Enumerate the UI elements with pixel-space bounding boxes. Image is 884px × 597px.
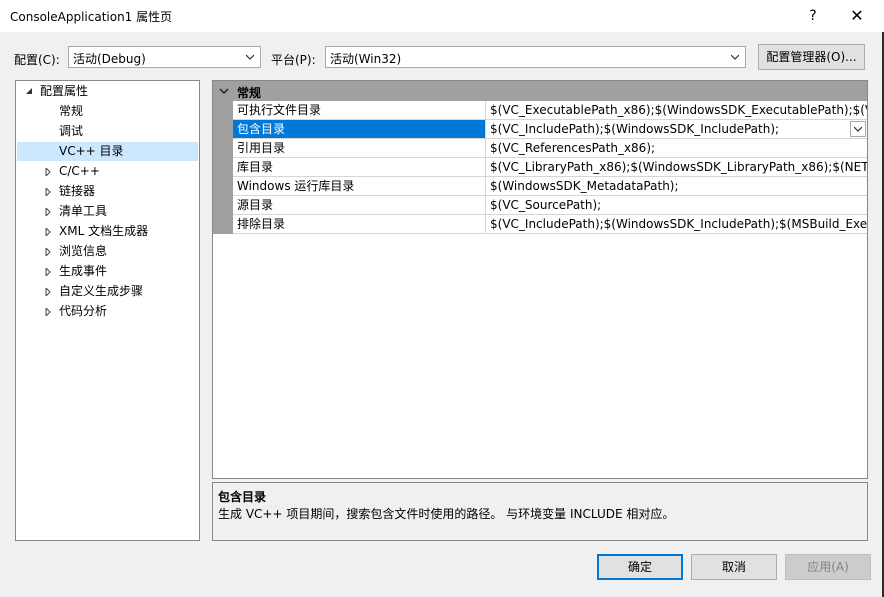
platform-label: 平台(P): (271, 53, 316, 67)
platform-combo[interactable]: 活动(Win32) (325, 46, 746, 68)
property-row[interactable]: Windows 运行库目录 $(WindowsSDK_MetadataPath); (233, 177, 867, 196)
tree-item[interactable]: 调试 (59, 122, 83, 141)
chevron-down-icon[interactable] (219, 86, 229, 96)
expand-arrow-icon[interactable] (44, 208, 52, 216)
expand-arrow-icon[interactable] (44, 268, 52, 276)
expanded-arrow-icon[interactable] (25, 87, 33, 95)
tree-item[interactable]: 代码分析 (59, 302, 107, 321)
tree-item[interactable]: C/C++ (59, 162, 100, 181)
property-grid: 常规 可执行文件目录 $(VC_ExecutablePath_x86);$(Win… (212, 80, 868, 479)
description-title: 包含目录 (218, 490, 267, 504)
category-label: 常规 (237, 86, 262, 100)
tree-item[interactable]: 自定义生成步骤 (59, 282, 143, 301)
expand-arrow-icon[interactable] (44, 308, 52, 316)
tree-item[interactable]: 生成事件 (59, 262, 107, 281)
expand-arrow-icon[interactable] (44, 248, 52, 256)
chevron-down-icon (731, 54, 739, 60)
apply-button[interactable]: 应用(A) (785, 554, 871, 580)
property-value[interactable]: $(VC_IncludePath);$(WindowsSDK_IncludePa… (487, 215, 867, 233)
property-value[interactable]: $(WindowsSDK_MetadataPath); (487, 177, 867, 195)
ok-button[interactable]: 确定 (597, 554, 683, 580)
window-title: ConsoleApplication1 属性页 (10, 10, 173, 24)
config-combo[interactable]: 活动(Debug) (68, 46, 261, 68)
cancel-button[interactable]: 取消 (691, 554, 777, 580)
config-manager-button[interactable]: 配置管理器(O)... (758, 44, 865, 70)
property-row[interactable]: 源目录 $(VC_SourcePath); (233, 196, 867, 215)
close-button[interactable]: ✕ (840, 4, 874, 28)
chevron-down-icon (854, 126, 862, 132)
help-button[interactable]: ? (796, 4, 830, 28)
tree-item[interactable]: 链接器 (59, 182, 95, 201)
property-row[interactable]: 可执行文件目录 $(VC_ExecutablePath_x86);$(Window… (233, 101, 867, 120)
property-value[interactable]: $(VC_ReferencesPath_x86); (487, 139, 867, 157)
property-row[interactable]: 引用目录 $(VC_ReferencesPath_x86); (233, 139, 867, 158)
tree-item[interactable]: 常规 (59, 102, 83, 121)
property-name[interactable]: 可执行文件目录 (233, 101, 486, 119)
property-name[interactable]: Windows 运行库目录 (233, 177, 486, 195)
property-row[interactable]: 库目录 $(VC_LibraryPath_x86);$(WindowsSDK_Li… (233, 158, 867, 177)
property-row[interactable]: 包含目录 $(VC_IncludePath);$(WindowsSDK_Inclu… (233, 120, 867, 139)
expand-arrow-icon[interactable] (44, 188, 52, 196)
expand-arrow-icon[interactable] (44, 168, 52, 176)
tree-root-config-properties[interactable]: 配置属性 (40, 82, 88, 101)
property-value[interactable]: $(VC_LibraryPath_x86);$(WindowsSDK_Libra… (487, 158, 867, 176)
title-bar: ConsoleApplication1 属性页 ? ✕ (0, 0, 884, 32)
tree-item[interactable]: VC++ 目录 (17, 142, 198, 161)
chevron-down-icon (246, 54, 254, 60)
property-value[interactable]: $(VC_IncludePath);$(WindowsSDK_IncludePa… (487, 120, 867, 138)
property-name[interactable]: 库目录 (233, 158, 486, 176)
property-value[interactable]: $(VC_ExecutablePath_x86);$(WindowsSDK_Ex… (487, 101, 867, 119)
description-panel: 包含目录 生成 VC++ 项目期间，搜索包含文件时使用的路径。 与环境变量 IN… (212, 482, 868, 541)
property-name[interactable]: 引用目录 (233, 139, 486, 157)
expand-arrow-icon[interactable] (44, 288, 52, 296)
platform-combo-value: 活动(Win32) (330, 52, 402, 66)
config-label: 配置(C): (14, 53, 60, 67)
category-header[interactable]: 常规 (213, 81, 867, 101)
config-combo-value: 活动(Debug) (73, 52, 146, 66)
grid-margin (213, 101, 233, 234)
tree-item[interactable]: 清单工具 (59, 202, 107, 221)
property-row[interactable]: 排除目录 $(VC_IncludePath);$(WindowsSDK_Inclu… (233, 215, 867, 234)
property-name[interactable]: 源目录 (233, 196, 486, 214)
property-tree: 配置属性 常规 调试 VC++ 目录 C/C++ 链接器 清单工具 XML 文档生成器 浏览信… (15, 80, 200, 541)
value-dropdown-button[interactable] (850, 121, 866, 137)
property-name[interactable]: 排除目录 (233, 215, 486, 233)
property-name[interactable]: 包含目录 (233, 120, 486, 138)
tree-item[interactable]: XML 文档生成器 (59, 222, 148, 241)
description-text: 生成 VC++ 项目期间，搜索包含文件时使用的路径。 与环境变量 INCLUDE… (218, 507, 675, 521)
tree-item[interactable]: 浏览信息 (59, 242, 107, 261)
property-value[interactable]: $(VC_SourcePath); (487, 196, 867, 214)
expand-arrow-icon[interactable] (44, 228, 52, 236)
